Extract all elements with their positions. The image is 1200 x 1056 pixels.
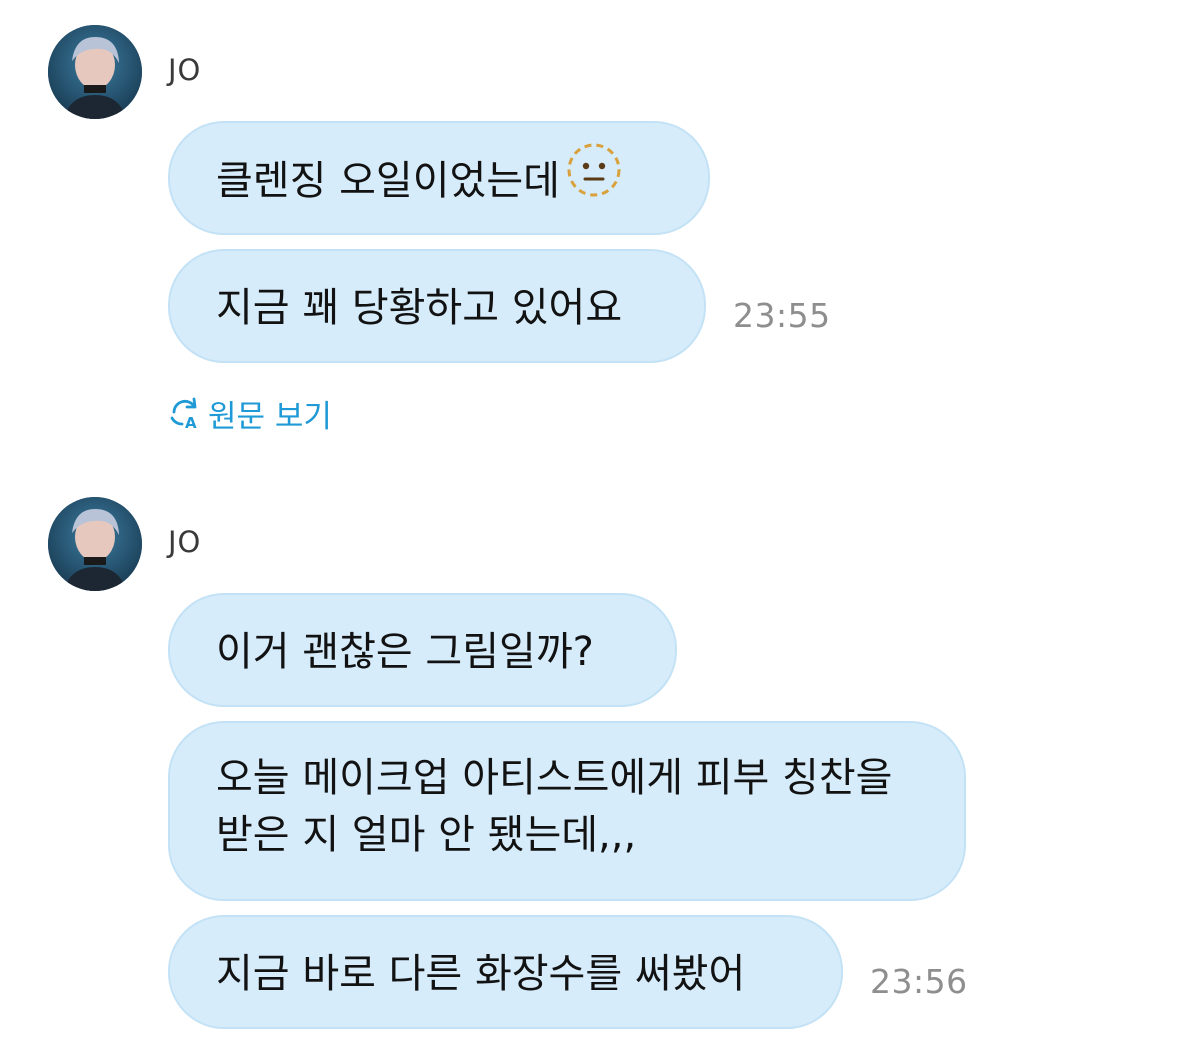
translate-refresh-icon: A xyxy=(168,396,202,432)
svg-text:A: A xyxy=(185,414,197,430)
message-bubble[interactable]: 지금 바로 다른 화장수를 써봤어 xyxy=(168,915,843,1029)
message-bubble[interactable]: 오늘 메이크업 아티스트에게 피부 칭찬을 받은 지 얼마 안 됐는데,,, xyxy=(168,721,966,901)
sender-name: JO xyxy=(168,53,202,87)
message-text: 클렌징 오일이었는데 xyxy=(216,158,560,204)
message-timestamp: 23:56 xyxy=(870,962,968,1001)
avatar[interactable] xyxy=(48,25,142,119)
message-text: 이거 괜찮은 그림일까? xyxy=(216,629,594,675)
message-text: 지금 꽤 당황하고 있어요 xyxy=(216,285,623,331)
message-bubble[interactable]: 클렌징 오일이었는데 xyxy=(168,121,710,235)
message-bubble[interactable]: 이거 괜찮은 그림일까? xyxy=(168,593,677,707)
view-original-link[interactable]: A 원문 보기 xyxy=(168,393,332,435)
sender-name: JO xyxy=(168,525,202,559)
view-original-label: 원문 보기 xyxy=(208,398,332,435)
message-timestamp: 23:55 xyxy=(733,296,831,335)
message-text: 오늘 메이크업 아티스트에게 피부 칭찬을 받은 지 얼마 안 됐는데,,, xyxy=(216,755,893,858)
avatar[interactable] xyxy=(48,497,142,591)
message-bubble[interactable]: 지금 꽤 당황하고 있어요 xyxy=(168,249,706,363)
neutral-face-dotted-icon xyxy=(566,142,622,214)
message-text: 지금 바로 다른 화장수를 써봤어 xyxy=(216,951,746,997)
